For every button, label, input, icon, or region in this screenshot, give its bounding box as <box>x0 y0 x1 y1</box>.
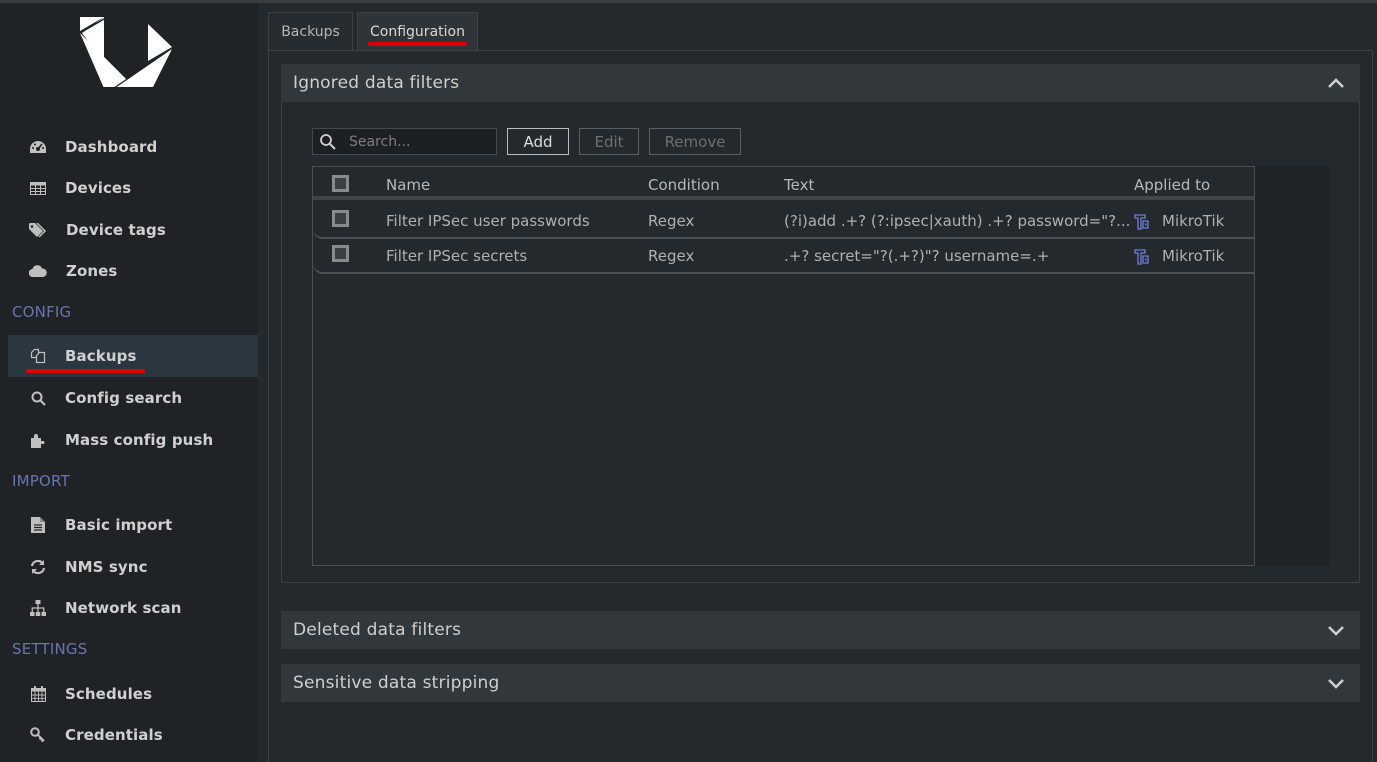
column-header-name[interactable]: Name <box>386 176 430 194</box>
grid-container: Name Condition Text Applied to Filter IP… <box>312 166 1330 566</box>
active-underline <box>26 369 145 373</box>
search-icon <box>320 134 336 150</box>
cell-condition: Regex <box>648 212 695 230</box>
calendar-icon <box>28 685 48 703</box>
sidebar-item-credentials[interactable]: Credentials <box>8 714 258 756</box>
sidebar-item-devices[interactable]: Devices <box>8 167 258 209</box>
sidebar-item-label: Dashboard <box>65 138 158 156</box>
cell-condition: Regex <box>648 247 695 265</box>
refresh-icon <box>28 558 48 576</box>
accordion-body-ignored-data-filters: Add Edit Remove Name Condition Text Appl… <box>281 102 1360 583</box>
remove-button[interactable]: Remove <box>649 128 741 155</box>
accordion-title: Ignored data filters <box>293 73 460 93</box>
cloud-icon <box>28 262 48 280</box>
accordion-header-deleted-data-filters[interactable]: Deleted data filters <box>281 611 1360 649</box>
sidebar-item-label: Mass config push <box>65 431 214 449</box>
app-logo[interactable] <box>78 15 174 87</box>
sidebar-item-label: Credentials <box>65 726 163 744</box>
sidebar-item-label: Network scan <box>65 599 182 617</box>
cell-text: .+? secret="?(.+?)"? username=.+ <box>784 247 1050 265</box>
puzzle-icon <box>28 431 48 449</box>
sidebar-item-nms-sync[interactable]: NMS sync <box>8 546 258 588</box>
mikrotik-icon <box>1134 214 1149 230</box>
tags-icon <box>28 221 48 239</box>
tab-configuration[interactable]: Configuration <box>357 12 478 50</box>
cell-name: Filter IPSec user passwords <box>386 212 590 230</box>
tab-panel-configuration: Ignored data filters Add Edit Remove Nam… <box>268 50 1373 762</box>
chevron-down-icon[interactable] <box>1326 621 1346 639</box>
sidebar-item-label: Zones <box>66 262 118 280</box>
row-checkbox[interactable] <box>332 210 349 227</box>
sidebar-item-network-scan[interactable]: Network scan <box>8 587 258 629</box>
sidebar-item-label: NMS sync <box>65 558 148 576</box>
chevron-down-icon[interactable] <box>1326 674 1346 692</box>
copy-icon <box>28 347 48 365</box>
sitemap-icon <box>28 599 48 617</box>
sidebar-item-label: Backups <box>65 347 137 365</box>
select-all-checkbox[interactable] <box>332 175 349 192</box>
sidebar-item-schedules[interactable]: Schedules <box>8 673 258 715</box>
tab-label: Configuration <box>370 23 465 40</box>
tab-label: Backups <box>281 23 340 40</box>
tab-backups[interactable]: Backups <box>268 12 353 50</box>
grid-header: Name Condition Text Applied to <box>313 167 1254 200</box>
sidebar-item-label: Schedules <box>65 685 153 703</box>
file-icon <box>28 516 48 534</box>
active-tab-underline <box>368 42 467 46</box>
accordion-header-ignored-data-filters[interactable]: Ignored data filters <box>281 64 1360 102</box>
add-button[interactable]: Add <box>507 128 569 155</box>
mikrotik-icon <box>1134 249 1149 265</box>
accordion-title: Deleted data filters <box>293 620 462 640</box>
sidebar: Dashboard Devices Device tags Zones CONF… <box>0 3 258 762</box>
key-icon <box>28 726 48 744</box>
section-label-config: CONFIG <box>12 303 72 321</box>
sidebar-item-basic-import[interactable]: Basic import <box>8 504 258 546</box>
column-header-text[interactable]: Text <box>784 176 814 194</box>
section-label-import: IMPORT <box>12 472 70 490</box>
search-input[interactable] <box>349 129 494 154</box>
sidebar-item-label: Devices <box>65 179 132 197</box>
edit-button[interactable]: Edit <box>579 128 639 155</box>
chevron-up-icon[interactable] <box>1326 74 1346 92</box>
accordion-title: Sensitive data stripping <box>293 673 500 693</box>
cell-applied-to: MikroTik <box>1162 212 1225 230</box>
filters-grid: Name Condition Text Applied to Filter IP… <box>312 166 1255 566</box>
cell-text: (?i)add .+? (?:ipsec|xauth) .+? password… <box>784 212 1131 230</box>
table-icon <box>28 179 48 197</box>
main-content: Backups Configuration Ignored data filte… <box>258 3 1377 762</box>
section-label-settings: SETTINGS <box>12 640 88 658</box>
sidebar-item-label: Device tags <box>66 221 166 239</box>
row-checkbox[interactable] <box>332 245 349 262</box>
sidebar-item-mass-config-push[interactable]: Mass config push <box>8 419 258 461</box>
sidebar-item-label: Config search <box>65 389 183 407</box>
sidebar-item-backups[interactable]: Backups <box>8 335 258 377</box>
sidebar-item-label: Basic import <box>65 516 173 534</box>
sidebar-item-dashboard[interactable]: Dashboard <box>8 126 258 168</box>
table-row[interactable]: Filter IPSec secrets Regex .+? secret="?… <box>313 239 1254 274</box>
search-box[interactable] <box>312 128 497 155</box>
sidebar-item-config-search[interactable]: Config search <box>8 377 258 419</box>
accordion-header-sensitive-data-stripping[interactable]: Sensitive data stripping <box>281 664 1360 702</box>
sidebar-item-zones[interactable]: Zones <box>8 250 258 292</box>
table-row[interactable]: Filter IPSec user passwords Regex (?i)ad… <box>313 204 1254 239</box>
sidebar-item-device-tags[interactable]: Device tags <box>8 209 258 251</box>
cell-name: Filter IPSec secrets <box>386 247 528 265</box>
column-header-condition[interactable]: Condition <box>648 176 720 194</box>
search-icon <box>28 389 48 407</box>
column-header-applied-to[interactable]: Applied to <box>1134 176 1210 194</box>
cell-applied-to: MikroTik <box>1162 247 1225 265</box>
dashboard-icon <box>28 138 48 156</box>
